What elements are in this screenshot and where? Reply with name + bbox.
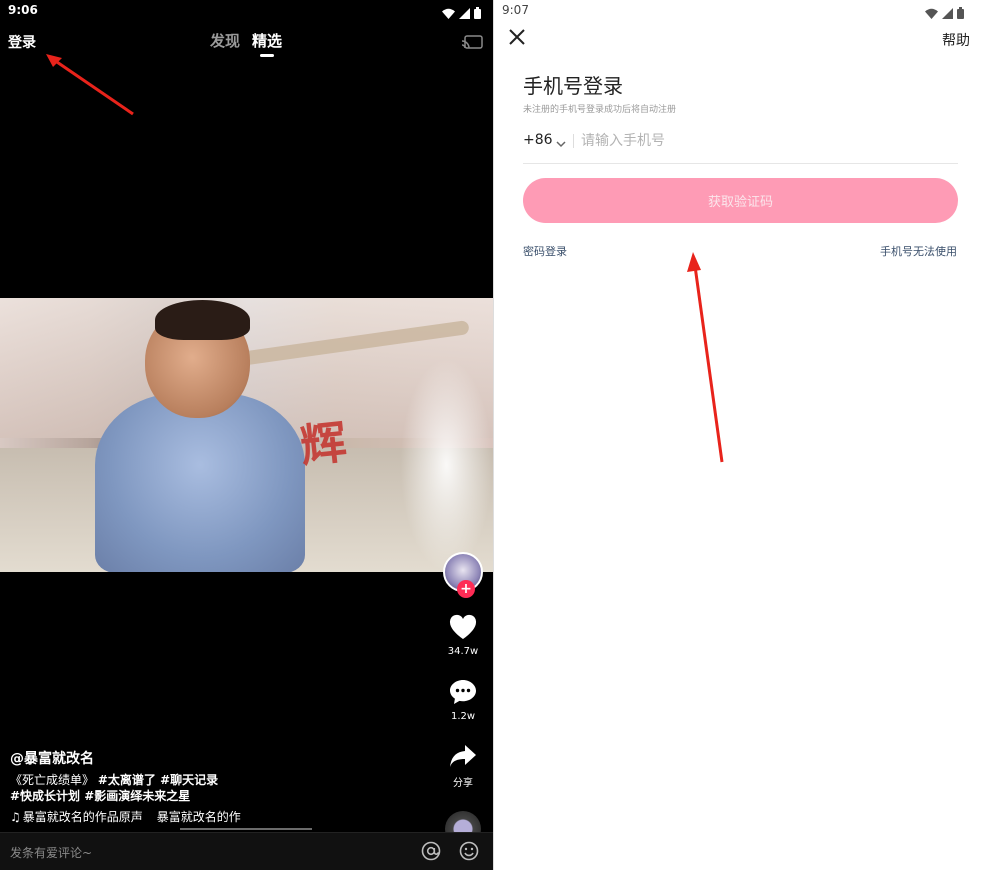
tab-featured[interactable]: 精选 (252, 30, 282, 57)
phone-input-row: +86 (523, 126, 958, 164)
tab-discover[interactable]: 发现 (210, 30, 240, 51)
cast-icon[interactable] (461, 34, 483, 53)
battery-icon (474, 4, 481, 23)
phone-unusable-link[interactable]: 手机号无法使用 (880, 243, 957, 259)
signal-icon (942, 4, 953, 23)
status-time: 9:06 (8, 3, 38, 17)
music-note-icon: ♫ (10, 810, 21, 824)
comment-count: 1.2w (450, 711, 476, 722)
caption: 《死亡成绩单》 #太离谱了 #聊天记录 #快成长计划 #影画演绎未来之星 (10, 772, 430, 804)
wifi-icon (442, 4, 455, 23)
emoji-icon[interactable] (459, 841, 479, 865)
auto-register-hint: 未注册的手机号登录成功后将自动注册 (523, 105, 677, 115)
video-progress-bar[interactable] (180, 828, 312, 830)
share-label: 分享 (453, 778, 473, 789)
caption-hashtags-1[interactable]: #太离谱了 #聊天记录 (98, 773, 218, 787)
action-sidebar: + 34.7w 1.2w 分享 (443, 552, 483, 847)
phone-login-screen: 9:07 帮助 手机号登录 未注册的手机号登录成功后将自动注册 +86 获取验证… (493, 0, 986, 870)
login-link[interactable]: 登录 (8, 32, 36, 52)
video-glare (400, 358, 493, 572)
country-code-select[interactable]: +86 (523, 132, 553, 148)
like-action[interactable]: 34.7w (443, 614, 483, 657)
feed-tabs: 发现 精选 (210, 30, 282, 57)
video-frame[interactable]: 辉 (0, 298, 493, 572)
music-row[interactable]: ♫ 暴富就改名的作品原声 暴富就改名的作 (10, 808, 430, 825)
caption-hashtags-2[interactable]: #快成长计划 #影画演绎未来之星 (10, 789, 190, 803)
input-separator (573, 134, 574, 148)
video-feed-screen: 9:06 登录 发现 精选 辉 + 34.7w 1.2w 分享 @暴富就改名 《… (0, 0, 493, 870)
annotation-arrow-left (46, 54, 134, 116)
status-icons (925, 4, 964, 23)
music-source-a: ♫ 暴富就改名的作品原声 (10, 808, 143, 825)
comment-bar: 发条有爱评论~ (0, 832, 493, 870)
get-verification-code-button[interactable]: 获取验证码 (523, 178, 958, 223)
share-action[interactable]: 分享 (443, 744, 483, 789)
chevron-down-icon[interactable] (555, 134, 567, 153)
music-title-b: 暴富就改名的作 (156, 810, 241, 824)
like-count: 34.7w (447, 646, 479, 657)
phone-number-input[interactable] (581, 128, 951, 154)
at-mention-icon[interactable] (421, 841, 441, 865)
battery-icon (957, 4, 964, 23)
status-bar: 9:06 (0, 0, 493, 22)
heart-icon[interactable] (449, 614, 477, 644)
follow-plus-button[interactable]: + (457, 580, 475, 598)
comment-bubble-icon[interactable] (449, 680, 477, 709)
top-bar: 登录 发现 精选 (0, 26, 493, 58)
wifi-icon (925, 4, 938, 23)
help-link[interactable]: 帮助 (942, 30, 970, 50)
video-person-hair (155, 300, 250, 340)
password-login-link[interactable]: 密码登录 (523, 243, 567, 259)
author-avatar[interactable]: + (443, 552, 483, 598)
video-person-body (95, 393, 305, 572)
close-icon[interactable] (508, 28, 526, 50)
status-time: 9:07 (502, 3, 529, 17)
annotation-arrow-right (687, 252, 724, 463)
comment-input[interactable]: 发条有爱评论~ (10, 844, 92, 861)
music-title-a: 暴富就改名的作品原声 (22, 810, 143, 824)
comment-action[interactable]: 1.2w (443, 679, 483, 722)
status-icons (442, 4, 481, 23)
author-name[interactable]: @暴富就改名 (10, 748, 430, 768)
video-description: @暴富就改名 《死亡成绩单》 #太离谱了 #聊天记录 #快成长计划 #影画演绎未… (10, 748, 430, 825)
caption-title: 《死亡成绩单》 (10, 773, 95, 787)
signal-icon (459, 4, 470, 23)
page-title: 手机号登录 (523, 74, 623, 98)
video-sign-text: 辉 (297, 414, 350, 474)
share-arrow-icon[interactable] (449, 745, 477, 772)
